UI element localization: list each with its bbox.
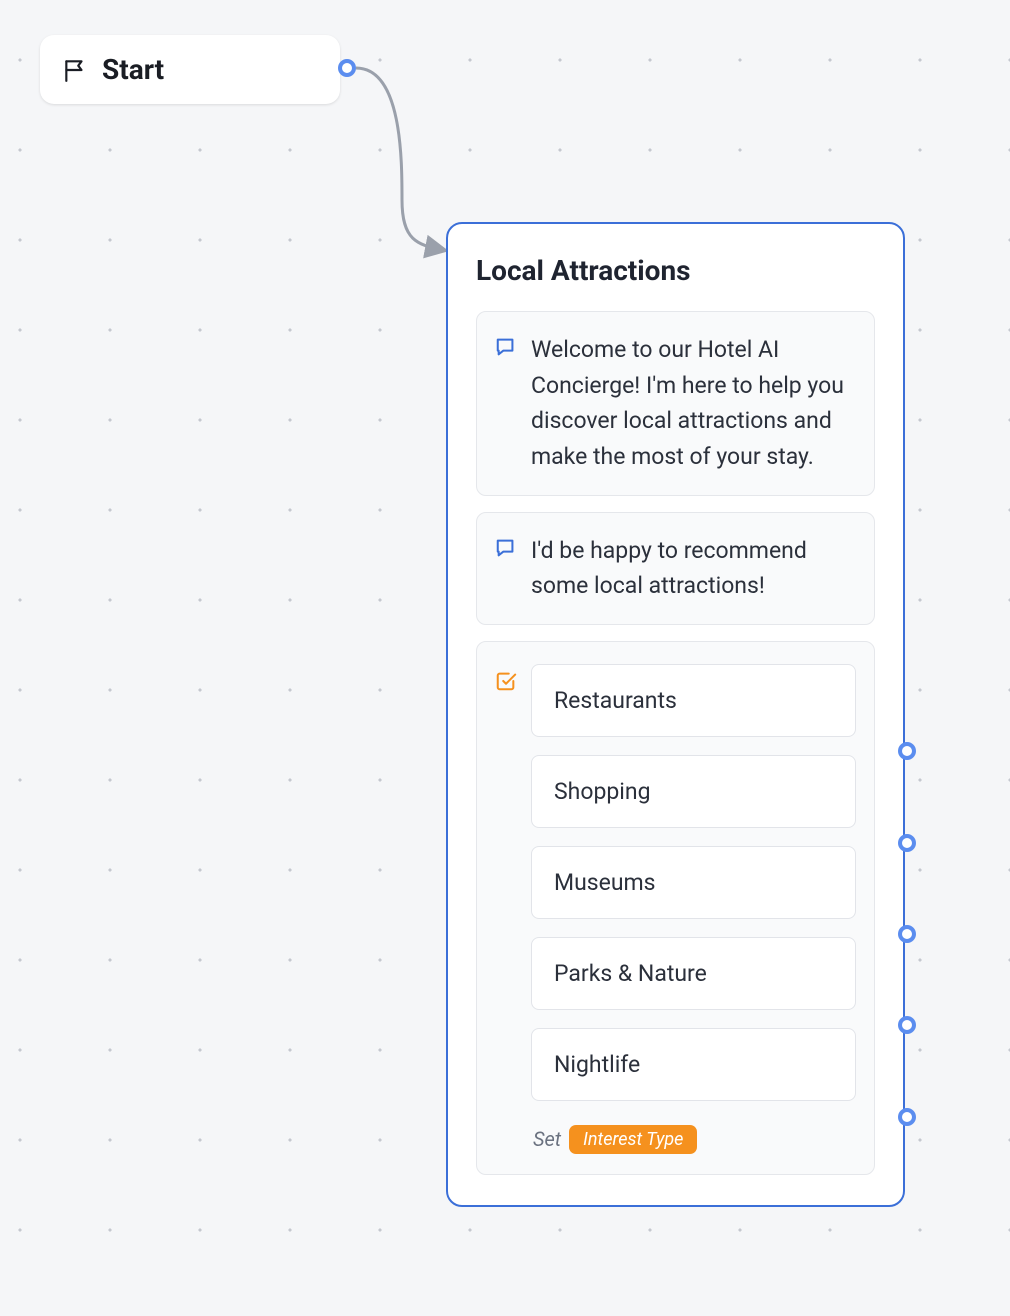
option-output-port[interactable]	[898, 742, 916, 760]
option-label: Restaurants	[554, 687, 677, 714]
message-text: I'd be happy to recommend some local att…	[531, 533, 854, 604]
option-label: Nightlife	[554, 1051, 640, 1078]
message-block[interactable]: I'd be happy to recommend some local att…	[476, 512, 875, 625]
start-node[interactable]: Start	[40, 35, 340, 104]
set-label: Set	[533, 1127, 561, 1151]
options-block: Restaurants Shopping Museums Parks & Nat…	[476, 641, 875, 1175]
option-parks-nature[interactable]: Parks & Nature	[531, 937, 856, 1010]
options-list: Restaurants Shopping Museums Parks & Nat…	[531, 664, 856, 1154]
start-label: Start	[102, 53, 164, 86]
chat-icon	[495, 336, 517, 475]
local-attractions-node[interactable]: Local Attractions Welcome to our Hotel A…	[446, 222, 905, 1207]
option-nightlife[interactable]: Nightlife	[531, 1028, 856, 1101]
option-restaurants[interactable]: Restaurants	[531, 664, 856, 737]
node-title: Local Attractions	[476, 254, 875, 287]
set-variable-tag[interactable]: Interest Type	[569, 1125, 697, 1154]
option-output-port[interactable]	[898, 1108, 916, 1126]
option-output-port[interactable]	[898, 834, 916, 852]
message-text: Welcome to our Hotel AI Concierge! I'm h…	[531, 332, 854, 475]
start-output-port[interactable]	[338, 59, 356, 77]
chat-icon	[495, 537, 517, 604]
option-output-port[interactable]	[898, 1016, 916, 1034]
option-shopping[interactable]: Shopping	[531, 755, 856, 828]
set-variable-row: Set Interest Type	[531, 1125, 856, 1154]
message-block[interactable]: Welcome to our Hotel AI Concierge! I'm h…	[476, 311, 875, 496]
flag-icon	[62, 57, 88, 83]
option-label: Shopping	[554, 778, 650, 805]
option-output-port[interactable]	[898, 925, 916, 943]
option-museums[interactable]: Museums	[531, 846, 856, 919]
option-label: Museums	[554, 869, 656, 896]
option-label: Parks & Nature	[554, 960, 707, 987]
checkbox-icon	[495, 670, 517, 1154]
